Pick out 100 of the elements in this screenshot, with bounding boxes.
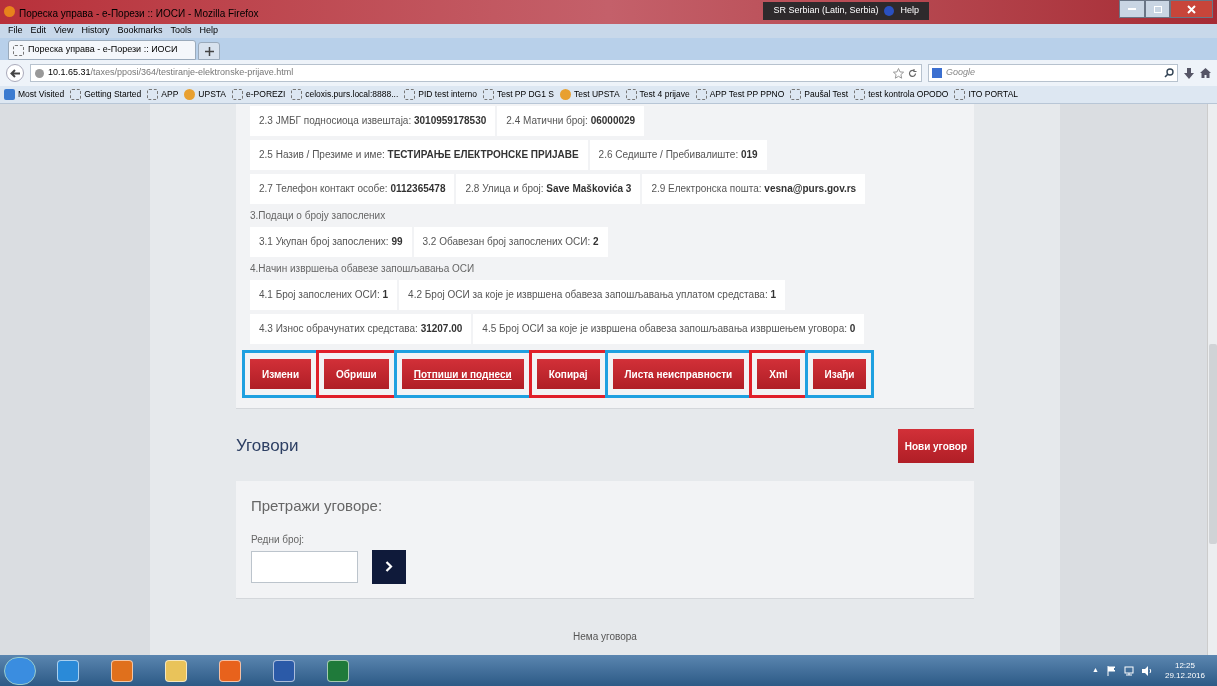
info-cell: 2.4 Матични број: 06000029 <box>497 106 645 136</box>
search-engine-icon <box>932 68 942 78</box>
bookmark-item[interactable]: Paušal Test <box>790 88 849 101</box>
action-button[interactable]: Изађи <box>812 359 867 389</box>
firefox-icon <box>4 6 15 17</box>
search-field[interactable]: Google <box>928 64 1178 82</box>
browser-icon <box>57 659 79 682</box>
search-icon[interactable] <box>1164 68 1174 78</box>
browser-tab[interactable]: Пореска управа - е-Порези :: ИОСИ <box>8 40 196 60</box>
bookmark-icon <box>147 89 159 100</box>
folder-icon <box>165 659 187 682</box>
info-cell: 2.6 Седиште / Пребивалиште: 019 <box>589 140 767 170</box>
star-icon[interactable] <box>893 67 904 79</box>
language-label: SR Serbian (Latin, Serbia) <box>773 4 879 18</box>
info-cell: 4.3 Износ обрачунатих средстава: 31207.00 <box>250 314 472 344</box>
bookmark-item[interactable]: e-POREZI <box>232 88 286 101</box>
section-heading: 3.Подаци о броју запослених <box>250 209 387 223</box>
search-input[interactable]: Google <box>946 66 1160 80</box>
excel-icon <box>327 659 349 682</box>
action-button[interactable]: Листа неисправности <box>612 359 745 389</box>
menu-item[interactable]: Edit <box>30 24 47 38</box>
action-button[interactable]: Потпиши и поднеси <box>401 359 524 389</box>
action-button[interactable]: Копирај <box>536 359 600 389</box>
address-field[interactable]: 10.1.65.31/taxes/pposi/364/testiranje-elektronske-prijave.html <box>30 64 922 82</box>
new-tab-button[interactable] <box>198 42 220 60</box>
search-title: Претражи уговоре: <box>251 496 384 516</box>
bookmark-item[interactable]: celoxis.purs.local:8888... <box>291 88 399 101</box>
bookmark-icon <box>695 89 707 100</box>
scrollbar[interactable] <box>1207 104 1217 655</box>
clock-date: 29.12.2016 <box>1164 670 1205 681</box>
flag-icon[interactable] <box>1106 665 1116 676</box>
info-cell: 2.3 ЈМБГ подносиоца извештаја: 3010959178530 <box>250 106 496 136</box>
download-icon[interactable] <box>1184 67 1194 79</box>
bookmark-icon <box>70 89 82 100</box>
maximize-button[interactable] <box>1145 0 1170 18</box>
bookmark-item[interactable]: Test PP DG1 S <box>482 88 554 101</box>
bookmark-icon <box>482 89 494 100</box>
info-cell: 2.5 Назив / Презиме и име: ТЕСТИРАЊЕ ЕЛЕКТРОНСКЕ ПРИЈАВЕ <box>250 140 588 170</box>
bookmark-icon <box>291 89 303 100</box>
plus-icon <box>204 46 214 56</box>
info-cell: 3.1 Укупан број запослених: 99 <box>250 227 412 257</box>
menu-item[interactable]: History <box>81 24 110 38</box>
search-submit-button[interactable] <box>372 549 406 584</box>
bookmark-icon <box>790 89 802 100</box>
help-label[interactable]: Help <box>900 4 919 18</box>
back-arrow-icon <box>10 68 20 78</box>
close-icon <box>1187 4 1196 14</box>
bookmark-icon <box>13 44 24 56</box>
bookmark-item[interactable]: Test 4 prijave <box>625 88 690 101</box>
new-contract-button[interactable]: Нови уговор <box>897 429 974 463</box>
info-cell: 2.9 Електронска пошта: vesna@purs.gov.rs <box>642 174 866 204</box>
info-cell: 4.5 Број ОСИ за које је извршена обавеза запошљавања извршењем уговора: 0 <box>473 314 865 344</box>
home-icon[interactable] <box>1200 68 1211 78</box>
bookmark-icon <box>404 89 416 100</box>
section-title: Уговори <box>236 435 299 458</box>
info-cell: 4.1 Број запослених ОСИ: 1 <box>250 280 398 310</box>
speaker-icon[interactable] <box>1141 665 1153 676</box>
chevron-right-icon <box>385 561 393 572</box>
bookmark-item[interactable]: Test UPSTA <box>559 88 620 101</box>
info-cell: 2.7 Телефон контакт особе: 0112365478 <box>250 174 455 204</box>
back-button[interactable] <box>6 64 24 82</box>
section-heading: 4.Начин извршења обавезе запошљавања ОСИ <box>250 262 476 276</box>
close-button[interactable] <box>1170 0 1213 18</box>
number-input[interactable] <box>251 550 358 583</box>
empty-message: Нема уговора <box>572 629 638 644</box>
bookmark-icon <box>232 89 244 100</box>
info-cell: 4.2 Број ОСИ за које је извршена обавеза запошљавања уплатом средстава: 1 <box>399 280 786 310</box>
clock-time: 12:25 <box>1174 660 1195 671</box>
menu-item[interactable]: Bookmarks <box>117 24 163 38</box>
bookmark-icon <box>954 89 966 100</box>
bookmark-item[interactable]: Most Visited <box>4 88 65 101</box>
bookmarks-icon <box>4 89 15 100</box>
media-player-icon <box>219 659 241 682</box>
action-button[interactable]: Измени <box>250 359 312 389</box>
minimize-button[interactable] <box>1119 0 1145 18</box>
bookmark-icon <box>625 89 637 100</box>
network-icon[interactable] <box>1123 665 1134 676</box>
field-label: Редни број: <box>251 532 306 547</box>
bookmark-item[interactable]: APP <box>147 88 179 101</box>
firefox-icon <box>111 659 133 682</box>
reload-icon[interactable] <box>908 68 917 78</box>
menu-item[interactable]: Tools <box>170 24 192 38</box>
bookmark-item[interactable]: Getting Started <box>70 88 142 101</box>
menu-item[interactable]: View <box>54 24 74 38</box>
action-button[interactable]: Xml <box>757 359 800 389</box>
bookmark-item[interactable]: APP Test PP PPNO <box>695 88 785 101</box>
word-icon <box>273 659 295 682</box>
bookmark-item[interactable]: UPSTA <box>184 88 227 101</box>
bookmark-item[interactable]: test kontrola OPODO <box>854 88 949 101</box>
menu-item[interactable]: Help <box>199 24 218 38</box>
action-button[interactable]: Обриши <box>324 359 389 389</box>
help-icon <box>884 6 895 16</box>
bookmark-item[interactable]: ITO PORTAL <box>954 88 1019 101</box>
bookmark-item[interactable]: PID test interno <box>404 88 477 101</box>
start-button[interactable] <box>4 656 36 685</box>
bookmark-icon <box>854 89 866 100</box>
info-cell: 3.2 Обавезан број запослених ОСИ: 2 <box>413 227 608 257</box>
window-title: Пореска управа - е-Порези :: ИОСИ - Mozilla Firefox <box>19 7 259 21</box>
info-cell: 2.8 Улица и број: Save Maškovića 3 <box>456 174 641 204</box>
menu-item[interactable]: File <box>8 24 23 38</box>
